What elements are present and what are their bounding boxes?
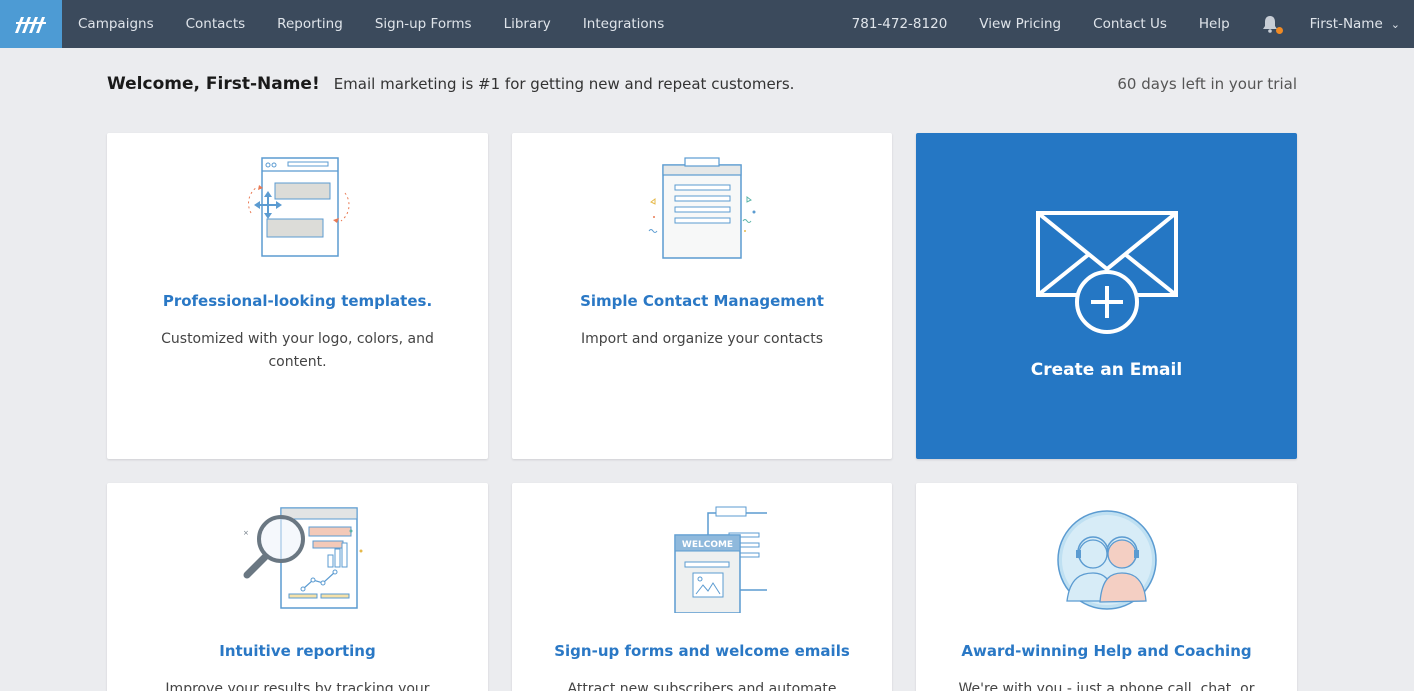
nav-library[interactable]: Library [504,0,551,48]
notifications-button[interactable] [1262,15,1283,34]
nav-integrations[interactable]: Integrations [583,0,664,48]
nav-signup-forms[interactable]: Sign-up Forms [375,0,472,48]
create-email-title: Create an Email [1030,360,1183,380]
nav-campaigns[interactable]: Campaigns [78,0,154,48]
signup-desc: Attract new subscribers and automate [567,681,837,691]
view-pricing-link[interactable]: View Pricing [979,0,1061,48]
help-desc: We're with you - just a phone call, chat… [958,681,1255,691]
clipboard-list-icon [648,157,756,259]
signup-title: Sign-up forms and welcome emails [554,642,850,660]
welcome-title: Welcome, First-Name! [107,74,320,94]
reporting-card[interactable]: × Intuitive reporting Improve your resul… [107,483,488,691]
main-nav: Campaigns Contacts Reporting Sign-up For… [62,0,680,48]
nav-contacts[interactable]: Contacts [186,0,246,48]
welcome-badge: WELCOME [682,540,733,550]
help-title: Award-winning Help and Coaching [961,642,1252,660]
chevron-down-icon: ⌄ [1390,17,1400,31]
user-menu[interactable]: First-Name ⌄ [1310,0,1400,48]
notification-dot [1275,27,1283,34]
contacts-title: Simple Contact Management [580,292,824,310]
help-card[interactable]: Award-winning Help and Coaching We're wi… [916,483,1297,691]
contacts-desc: Import and organize your contacts [580,331,824,347]
welcome-form-icon: WELCOME [674,506,767,613]
reporting-title: Intuitive reporting [219,642,376,660]
templates-desc: Customized with your logo, colors, and c… [161,331,434,370]
templates-card[interactable]: Professional-looking templates. Customiz… [107,133,488,459]
welcome-banner: Welcome, First-Name! Email marketing is … [107,72,1297,96]
trial-status: 60 days left in your trial [1117,75,1297,93]
help-link[interactable]: Help [1199,0,1230,48]
contact-us-link[interactable]: Contact Us [1093,0,1167,48]
nav-reporting[interactable]: Reporting [277,0,343,48]
phone-number[interactable]: 781-472-8120 [852,0,948,48]
logo[interactable] [0,0,62,48]
utility-nav: 781-472-8120 View Pricing Contact Us Hel… [820,0,1414,48]
welcome-subtitle: Email marketing is #1 for getting new an… [333,75,795,93]
magnifier-report-icon: × [243,507,362,609]
template-editor-icon [247,157,349,257]
brand-logo-icon [15,17,46,33]
contacts-card[interactable]: Simple Contact Management Import and org… [512,133,892,459]
templates-title: Professional-looking templates. [162,292,433,310]
user-name: First-Name [1309,16,1383,32]
support-agents-icon [1056,510,1157,610]
signup-card[interactable]: WELCOME Sign-up forms and welcome emails… [512,483,892,691]
create-email-card[interactable]: Create an Email [916,133,1297,459]
top-nav: Campaigns Contacts Reporting Sign-up For… [0,0,1414,48]
reporting-desc: Improve your results by tracking your op… [165,681,430,691]
envelope-plus-icon [1036,211,1178,334]
svg-text:×: × [243,529,249,537]
